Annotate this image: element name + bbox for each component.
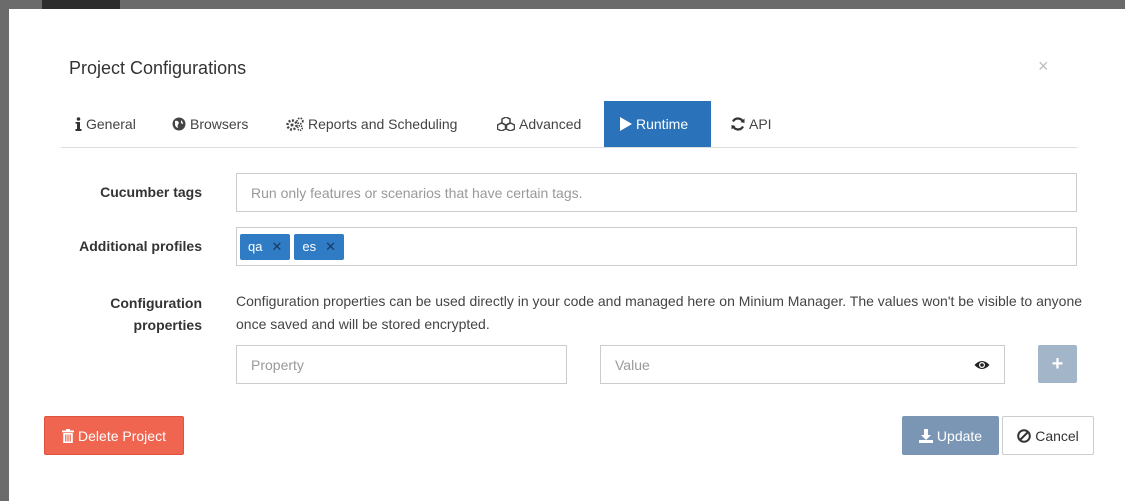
globe-icon <box>172 117 186 131</box>
delete-project-button[interactable]: Delete Project <box>44 416 184 455</box>
play-icon <box>620 117 632 131</box>
cucumber-tags-input[interactable]: Run only features or scenarios that have… <box>236 173 1077 212</box>
tab-browsers-label: Browsers <box>190 116 249 132</box>
configuration-properties-label-line2: properties <box>133 317 202 333</box>
additional-profiles-input[interactable]: qa ✕ es ✕ <box>236 227 1077 266</box>
info-icon <box>75 117 82 131</box>
download-icon <box>918 428 933 443</box>
gears-icon <box>286 117 304 131</box>
tab-api[interactable]: API <box>731 101 772 147</box>
delete-project-label: Delete Project <box>78 427 166 444</box>
tab-general-label: General <box>86 116 136 132</box>
close-button[interactable]: × <box>1038 56 1049 77</box>
tab-reports-label: Reports and Scheduling <box>308 116 458 132</box>
cubes-icon <box>497 117 515 131</box>
cucumber-tags-label: Cucumber tags <box>100 184 202 200</box>
tab-runtime-label: Runtime <box>636 116 689 132</box>
ban-icon <box>1017 428 1032 443</box>
background-window-edge <box>0 0 1125 9</box>
additional-profiles-label: Additional profiles <box>79 238 202 254</box>
property-input[interactable]: Property <box>236 345 567 384</box>
dialog-title: Project Configurations <box>69 58 247 78</box>
configuration-properties-description: Configuration properties can be used dir… <box>236 293 1083 332</box>
tab-general[interactable]: General <box>75 101 136 147</box>
value-placeholder: Value <box>615 356 650 373</box>
configuration-properties-label: Configuration properties <box>42 292 202 336</box>
background-tab <box>42 0 120 9</box>
background-window-edge-left <box>0 0 9 501</box>
refresh-icon <box>731 117 745 131</box>
remove-chip-icon[interactable]: ✕ <box>271 239 282 255</box>
cancel-button[interactable]: Cancel <box>1002 416 1094 455</box>
cancel-label: Cancel <box>1035 427 1079 444</box>
remove-chip-icon[interactable]: ✕ <box>325 239 336 255</box>
update-label: Update <box>936 427 983 444</box>
tab-reports-scheduling[interactable]: Reports and Scheduling <box>286 101 457 147</box>
tab-advanced[interactable]: Advanced <box>497 101 581 147</box>
property-placeholder: Property <box>251 356 304 373</box>
profile-chip-label: es <box>302 239 317 254</box>
value-input[interactable]: Value <box>600 345 1005 384</box>
tab-api-label: API <box>749 116 772 132</box>
trash-icon <box>62 428 75 443</box>
profile-chip-es: es ✕ <box>294 233 345 260</box>
configuration-properties-label-line1: Configuration <box>110 295 202 311</box>
eye-icon[interactable] <box>974 359 990 371</box>
tab-advanced-label: Advanced <box>519 116 582 132</box>
add-property-button[interactable]: + <box>1038 345 1077 383</box>
tab-runtime[interactable]: Runtime <box>604 101 711 147</box>
update-button[interactable]: Update <box>902 416 999 455</box>
tab-browsers[interactable]: Browsers <box>172 101 248 147</box>
cucumber-tags-placeholder: Run only features or scenarios that have… <box>251 184 583 201</box>
profile-chip-qa: qa ✕ <box>240 233 291 260</box>
profile-chip-label: qa <box>248 239 263 254</box>
tab-bar: General Browsers Reports and Scheduling … <box>61 101 1077 148</box>
